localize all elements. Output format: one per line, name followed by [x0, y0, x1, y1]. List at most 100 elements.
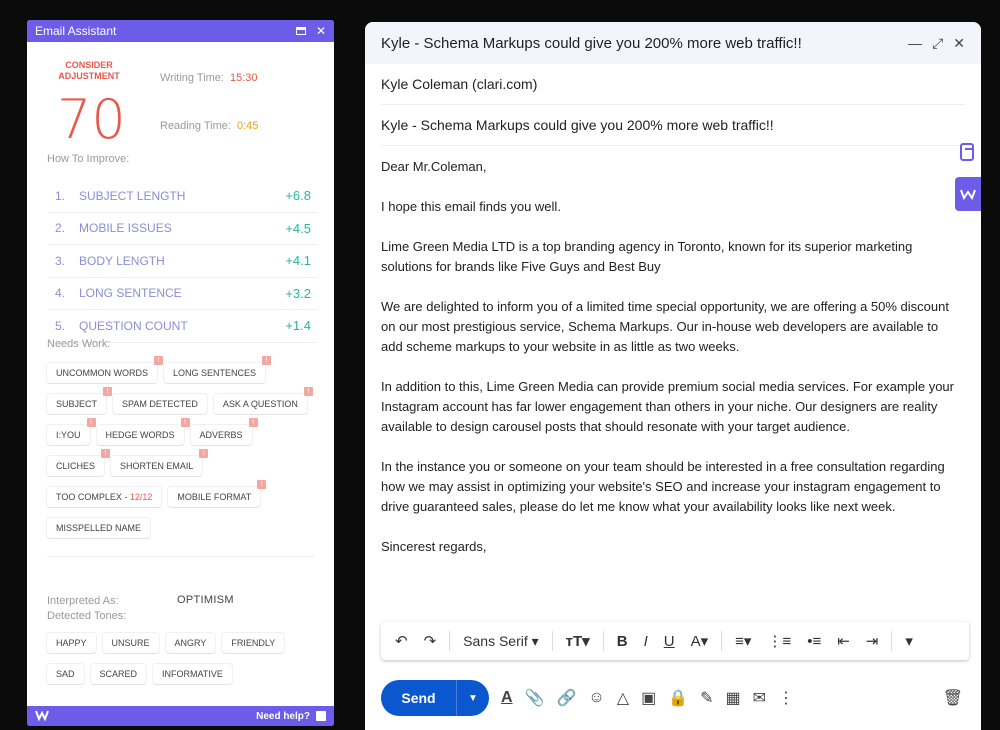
- chip-subject[interactable]: SUBJECT!: [47, 387, 113, 414]
- send-button[interactable]: Send ▼: [381, 680, 489, 716]
- subject-text: Kyle - Schema Markups could give you 200…: [381, 117, 774, 133]
- greeting: Dear Mr.Coleman,: [381, 159, 487, 174]
- item-value: +6.8: [285, 188, 311, 204]
- warning-badge: !: [257, 480, 267, 489]
- compose-header: Kyle - Schema Markups could give you 200…: [365, 22, 981, 64]
- chip-shorten-email[interactable]: SHORTEN EMAIL!: [111, 449, 209, 476]
- font-label: Sans Serif: [463, 632, 528, 649]
- improvement-item[interactable]: 3. BODY LENGTH +4.1: [49, 245, 317, 278]
- improvement-item[interactable]: 4. LONG SENTENCE +3.2: [49, 278, 317, 310]
- writing-time: Writing Time: 15:30: [160, 72, 258, 84]
- undo-icon[interactable]: ↶: [389, 632, 414, 650]
- improvement-item[interactable]: 2. MOBILE ISSUES +4.5: [49, 213, 317, 245]
- signature-icon[interactable]: ✎: [700, 688, 713, 708]
- layout-icon[interactable]: ▦: [726, 688, 741, 708]
- emoji-icon[interactable]: ☺: [588, 689, 604, 707]
- photo-icon[interactable]: ▣: [641, 688, 656, 708]
- more-formatting-icon[interactable]: ▾: [899, 632, 919, 650]
- mail-icon[interactable]: ✉: [753, 688, 766, 708]
- interpreted-label: Interpreted As:: [47, 595, 119, 607]
- chip-i-you[interactable]: I:YOU!: [47, 418, 96, 445]
- improvement-list: 1. SUBJECT LENGTH +6.8 2. MOBILE ISSUES +4.5…: [49, 180, 317, 343]
- chip-label: ASK A QUESTION: [222, 399, 298, 409]
- chip-label: SUBJECT: [56, 399, 98, 409]
- item-label: BODY LENGTH: [79, 253, 165, 268]
- tone-happy[interactable]: HAPPY: [47, 633, 96, 653]
- tone-friendly[interactable]: FRIENDLY: [222, 633, 285, 653]
- minimize-icon[interactable]: [295, 24, 306, 38]
- compose-title: Kyle - Schema Markups could give you 200…: [381, 34, 802, 52]
- need-help-link[interactable]: Need help?: [256, 711, 326, 722]
- signoff: Sincerest regards,: [381, 539, 487, 554]
- chip-label: CLICHES: [56, 461, 96, 471]
- chip-long-sentences[interactable]: LONG SENTENCES!: [164, 356, 272, 383]
- chip-uncommon-words[interactable]: UNCOMMON WORDS!: [47, 356, 163, 383]
- chip-misspelled-name[interactable]: MISSPELLED NAME: [47, 518, 151, 538]
- expand-icon[interactable]: ⤢: [932, 35, 943, 52]
- warning-badge: !: [248, 418, 258, 427]
- item-number: 3.: [55, 253, 66, 268]
- chip-label: LONG SENTENCES: [173, 368, 257, 378]
- item-label: QUESTION COUNT: [79, 318, 188, 333]
- to-field[interactable]: Kyle Coleman (clari.com): [381, 64, 965, 105]
- drive-icon[interactable]: △: [617, 688, 629, 708]
- item-label: MOBILE ISSUES: [79, 221, 172, 236]
- bold-icon[interactable]: B: [611, 633, 634, 650]
- paragraph: In addition to this, Lime Green Media ca…: [381, 379, 954, 434]
- chip-cliches[interactable]: CLICHES!: [47, 449, 111, 476]
- paragraph: We are delighted to inform you of a limi…: [381, 299, 949, 354]
- item-number: 1.: [55, 188, 66, 203]
- separator: [551, 631, 553, 651]
- status-text: CONSIDER ADJUSTMENT: [58, 60, 120, 81]
- chip-spam-detected[interactable]: SPAM DETECTED: [113, 394, 207, 414]
- text-color-icon[interactable]: A▾: [685, 632, 715, 650]
- redo-icon[interactable]: ↷: [418, 632, 443, 650]
- underline-icon[interactable]: U: [658, 633, 681, 650]
- indent-more-icon[interactable]: ⇥: [860, 632, 885, 650]
- document-icon[interactable]: [955, 135, 981, 169]
- email-assistant-panel: Email Assistant ✕ CONSIDER ADJUSTMENT 70…: [27, 20, 334, 726]
- email-body[interactable]: Dear Mr.Coleman, I hope this email finds…: [381, 157, 956, 577]
- improvement-item[interactable]: 1. SUBJECT LENGTH +6.8: [49, 180, 317, 213]
- chip-adverbs[interactable]: ADVERBS!: [190, 418, 258, 445]
- italic-icon[interactable]: I: [638, 633, 654, 650]
- compose-actions: Send ▼ A 📎 🔗 ☺ △ ▣ 🔒 ✎ ▦ ✉ ⋮ 🗑: [381, 678, 969, 718]
- formatting-options-icon[interactable]: A: [501, 689, 513, 707]
- minimize-icon[interactable]: —: [908, 35, 922, 52]
- link-icon[interactable]: 🔗: [556, 688, 576, 708]
- tone-scared[interactable]: SCARED: [90, 664, 147, 684]
- tone-informative[interactable]: INFORMATIVE: [153, 664, 232, 684]
- more-options-icon[interactable]: ⋮: [778, 688, 794, 708]
- chip-hedge-words[interactable]: HEDGE WORDS!: [96, 418, 190, 445]
- trash-icon[interactable]: 🗑: [943, 688, 963, 708]
- tone-unsure[interactable]: UNSURE: [102, 633, 159, 653]
- numbered-list-icon[interactable]: ⋮≡: [761, 632, 797, 650]
- bulleted-list-icon[interactable]: •≡: [801, 633, 827, 650]
- tone-sad[interactable]: SAD: [47, 664, 84, 684]
- chip-label: MISSPELLED NAME: [56, 523, 142, 533]
- item-value: +4.5: [285, 220, 311, 236]
- text-size-icon[interactable]: тT▾: [560, 632, 596, 650]
- warning-badge: !: [154, 356, 163, 365]
- chip-mobile-format[interactable]: MOBILE FORMAT!: [168, 480, 267, 507]
- subject-field[interactable]: Kyle - Schema Markups could give you 200…: [381, 105, 965, 146]
- attach-icon[interactable]: 📎: [525, 688, 545, 708]
- item-value: +3.2: [285, 285, 311, 301]
- warning-badge: !: [180, 418, 190, 427]
- close-icon[interactable]: ✕: [316, 24, 326, 38]
- separator: [721, 631, 723, 651]
- confidential-icon[interactable]: 🔒: [668, 688, 688, 708]
- align-icon[interactable]: ≡▾: [729, 632, 757, 650]
- chip-label: MOBILE FORMAT: [177, 492, 252, 502]
- warning-badge: !: [199, 449, 209, 458]
- close-icon[interactable]: ✕: [953, 35, 965, 52]
- chip-ask-a-question[interactable]: ASK A QUESTION!: [213, 387, 313, 414]
- font-select[interactable]: Sans Serif ▾: [457, 633, 545, 650]
- chip-too-complex[interactable]: TOO COMPLEX - 12/12: [47, 487, 162, 507]
- assistant-footer: Need help?: [27, 706, 334, 726]
- indent-less-icon[interactable]: ⇤: [831, 632, 856, 650]
- assistant-toggle-icon[interactable]: [955, 177, 981, 211]
- detected-tones-label: Detected Tones:: [47, 610, 127, 622]
- send-options-icon[interactable]: ▼: [457, 693, 489, 704]
- tone-angry[interactable]: ANGRY: [165, 633, 216, 653]
